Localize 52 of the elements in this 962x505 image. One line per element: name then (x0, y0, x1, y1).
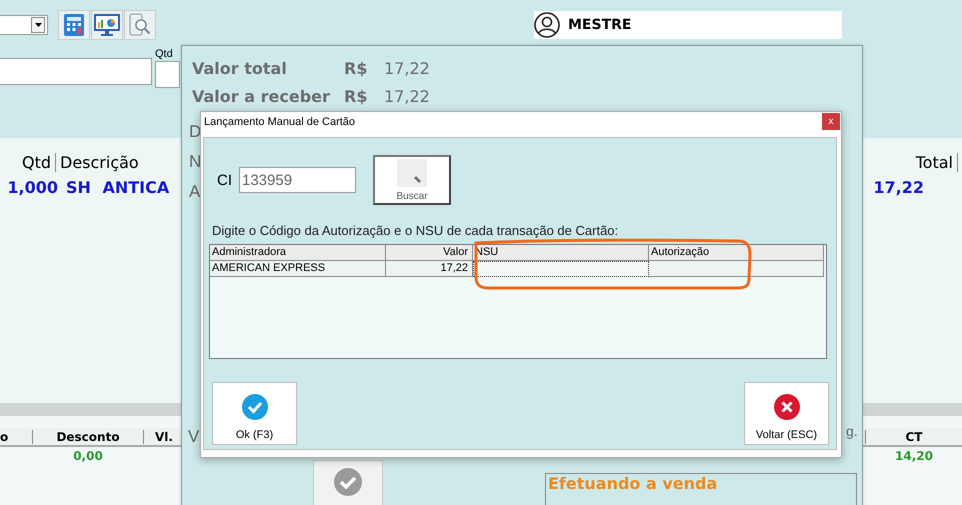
qty-field[interactable] (155, 61, 180, 88)
field-label: g. (846, 423, 858, 439)
search-button[interactable]: Buscar (373, 155, 451, 205)
table-cell: 17,22 (873, 178, 924, 196)
dropdown[interactable] (0, 14, 48, 34)
ci-label: CI (217, 172, 233, 188)
currency-label: R$ (344, 58, 368, 78)
column-header: Desconto (33, 430, 144, 444)
column-header: Qtd (0, 153, 56, 172)
nsu-cell[interactable] (473, 261, 649, 277)
column-header: CT (865, 430, 962, 444)
column-header: Autorização (649, 245, 824, 261)
amount-label: Valor total (192, 58, 288, 78)
amount-value: 17,22 (384, 86, 430, 106)
field-label: V (188, 427, 200, 447)
product-field[interactable] (0, 58, 152, 85)
column-header: o (0, 430, 33, 444)
table-cell: SH ANTICA (66, 178, 170, 196)
confirm-button[interactable] (313, 460, 383, 505)
caret-icon (34, 22, 42, 26)
column-header: Vl. (154, 430, 174, 444)
window-title: Lançamento Manual de Cartão (204, 116, 356, 128)
magnifier-icon[interactable] (124, 10, 156, 40)
back-button[interactable]: Voltar (ESC) (744, 382, 829, 445)
user-name: MESTRE (568, 16, 632, 32)
field-label: N (189, 152, 202, 172)
column-header: Administradora (210, 245, 386, 261)
status-text: Efetuando a venda (548, 474, 718, 493)
qty-label: Qtd (155, 48, 174, 61)
field-label: A (189, 182, 200, 202)
table-cell-text: 1,000 (6, 178, 58, 196)
close-icon (772, 393, 800, 421)
authorization-cell[interactable] (649, 261, 824, 277)
currency-label: R$ (344, 86, 368, 106)
column-header: Valor (386, 245, 473, 261)
calculator-icon[interactable] (58, 10, 90, 40)
field-label: D (189, 122, 202, 142)
ok-button[interactable]: Ok (F3) (212, 382, 297, 445)
column-header: Total (912, 153, 958, 172)
user-icon (534, 12, 560, 38)
instruction-text: Digite o Código da Autorização e o NSU de cada transação de Cartão: (212, 223, 620, 238)
close-button[interactable]: x (822, 113, 840, 130)
amount-label: Valor a receber (192, 86, 331, 106)
amount-value: 17,22 (384, 58, 430, 78)
ci-field[interactable]: 133959 (239, 167, 356, 193)
table-cell: AMERICAN EXPRESS (210, 261, 386, 277)
check-icon (333, 467, 363, 497)
table-cell: 0,00 (73, 449, 103, 463)
table-cell: 14,20 (895, 449, 933, 463)
table-cell: 17,22 (386, 261, 473, 277)
chart-monitor-icon[interactable] (91, 10, 123, 40)
check-icon (240, 393, 268, 421)
